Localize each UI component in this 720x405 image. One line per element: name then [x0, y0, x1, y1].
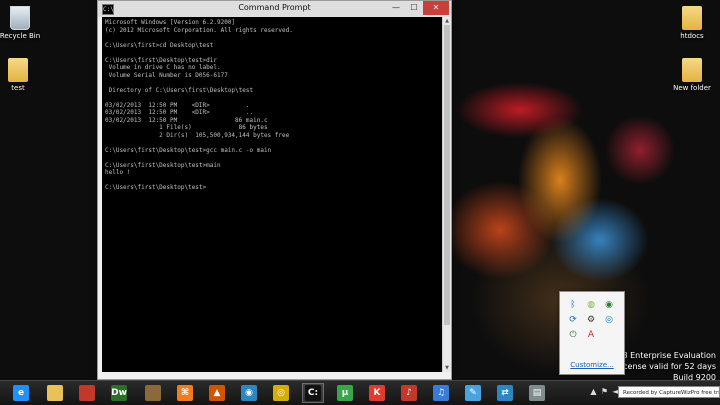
internet-explorer-icon: e: [13, 385, 29, 401]
scroll-up-arrow-icon[interactable]: ▲: [443, 17, 451, 25]
matlab-icon: ▲: [209, 385, 225, 401]
taskbar-button[interactable]: ▤: [526, 383, 548, 403]
watermark-edition: ws 8 Enterprise Evaluation: [609, 351, 716, 360]
bluetooth-icon[interactable]: ᛒ: [567, 299, 579, 311]
taskbar-button[interactable]: C:: [302, 383, 324, 403]
command-prompt-window[interactable]: C:\ Command Prompt — ☐ ✕ Microsoft Windo…: [97, 0, 452, 380]
taskbar-button[interactable]: µ: [334, 383, 356, 403]
maximize-button[interactable]: ☐: [405, 1, 423, 15]
taskbar-button[interactable]: ♫: [430, 383, 452, 403]
minimize-button[interactable]: —: [387, 1, 405, 15]
desktop-icon-label: htdocs: [680, 32, 704, 40]
window-titlebar[interactable]: C:\ Command Prompt — ☐ ✕: [98, 1, 451, 17]
desktop-icon-new-folder[interactable]: New folder: [664, 58, 720, 92]
console-line: C:\Users\first\Desktop\test>main: [105, 161, 221, 169]
console-text: Microsoft Windows [Version 6.2.9200] (c)…: [102, 17, 442, 194]
show-hidden-icons-button[interactable]: ▲: [588, 386, 599, 398]
desktop-icon-htdocs[interactable]: htdocs: [664, 6, 720, 40]
globe-app-icon: ◉: [241, 385, 257, 401]
watermark-license: s License valid for 52 days: [609, 362, 716, 371]
sync-icon[interactable]: ⟳: [567, 314, 579, 326]
flag-icon[interactable]: ⚑: [599, 386, 610, 398]
taskbar-button[interactable]: ✎: [462, 383, 484, 403]
console-line: 03/02/2013 12:50 PM <DIR> ..: [105, 109, 254, 116]
recycle-bin-icon: [10, 6, 30, 30]
console-line: Microsoft Windows [Version 6.2.9200]: [105, 19, 236, 26]
console-line: C:\Users\first\Desktop\test>: [105, 184, 207, 191]
adobe-icon[interactable]: A: [585, 329, 597, 341]
taskbar-button[interactable]: ◉: [238, 383, 260, 403]
console-output[interactable]: Microsoft Windows [Version 6.2.9200] (c)…: [102, 17, 442, 372]
console-line: C:\Users\first\Desktop\test>dir: [105, 56, 217, 64]
taskbar-button[interactable]: [142, 383, 164, 403]
taskbar: e Dw ⌘ ▲ ◉ ◎ C: µ K ♪ ♫ ✎ ⇄ ▤ ▲ ⚑ ◄: [0, 380, 720, 405]
console-line: Volume in drive C has no label.: [108, 64, 221, 71]
console-line: (c) 2012 Microsoft Corporation. All righ…: [105, 26, 293, 34]
console-line: 03/02/2013 12:50 PM <DIR> .: [105, 101, 250, 109]
console-line: C:\Users\first\Desktop\test>gcc main.c -…: [105, 146, 272, 154]
close-button[interactable]: ✕: [423, 1, 449, 15]
itunes-icon: ♫: [433, 385, 449, 401]
windows-evaluation-watermark: ws 8 Enterprise Evaluation s License val…: [609, 350, 716, 380]
desktop-icon-test-folder[interactable]: test: [0, 58, 46, 92]
customize-link[interactable]: Customize...: [560, 361, 624, 369]
folder-icon: [8, 58, 28, 82]
taskbar-button[interactable]: ⌘: [174, 383, 196, 403]
kingsoft-icon: K: [369, 385, 385, 401]
console-line: Volume Serial Number is D056-6177: [108, 71, 228, 79]
taskbar-button[interactable]: ⇄: [494, 383, 516, 403]
folder-icon: [682, 58, 702, 82]
dreamweaver-icon: Dw: [111, 385, 127, 401]
desktop-icon-label: New folder: [673, 84, 711, 92]
chrome-icon: ◎: [273, 385, 289, 401]
notification-area-overflow: ᛒ ◍ ◉ ⟳ ⚙ ◎ ⏻ A Customize...: [559, 291, 625, 375]
console-line: 1 File(s) 86 bytes: [159, 124, 268, 131]
taskbar-button[interactable]: [76, 383, 98, 403]
console-line: hello !: [105, 169, 131, 176]
taskbar-button[interactable]: e: [10, 383, 32, 403]
console-line: C:\Users\first>cd Desktop\test: [105, 41, 214, 49]
console-line: 03/02/2013 12:50 PM 86 main.c: [105, 116, 268, 124]
taskbar-button[interactable]: Dw: [108, 383, 130, 403]
taskbar-button[interactable]: ▲: [206, 383, 228, 403]
hidden-tray-icons: ᛒ ◍ ◉ ⟳ ⚙ ◎ ⏻ A: [567, 299, 619, 341]
folder-icon: [682, 6, 702, 30]
nvidia-icon[interactable]: ◉: [603, 299, 615, 311]
printer-icon: ▤: [529, 385, 545, 401]
media-icon: ♪: [401, 385, 417, 401]
desktop-icon-label: Recycle Bin: [0, 32, 41, 40]
desktop-icon-label: test: [11, 84, 25, 92]
file-explorer-icon: [47, 385, 63, 401]
system-tray: ▲ ⚑ ◄: [588, 386, 621, 398]
vertical-scrollbar[interactable]: ▲ ▼: [442, 17, 451, 372]
scrollbar-thumb[interactable]: [444, 25, 450, 325]
scroll-down-arrow-icon[interactable]: ▼: [443, 364, 451, 372]
utorrent-icon: µ: [337, 385, 353, 401]
gear-icon[interactable]: ⚙: [585, 314, 597, 326]
terminal-app-icon: [145, 385, 161, 401]
globe-icon[interactable]: ◎: [603, 314, 615, 326]
console-line: Directory of C:\Users\first\Desktop\test: [108, 86, 254, 94]
console-line: 2 Dir(s) 105,500,934,144 bytes free: [159, 131, 290, 139]
xampp-icon: ⌘: [177, 385, 193, 401]
taskbar-button[interactable]: ◎: [270, 383, 292, 403]
notepad-icon: ✎: [465, 385, 481, 401]
recorded-by-banner: Recorded by CaptureWizPro free trial: [618, 386, 720, 398]
command-prompt-icon: C:: [305, 385, 321, 401]
power-icon[interactable]: ⏻: [567, 329, 579, 341]
desktop-icon-recycle-bin[interactable]: Recycle Bin: [0, 6, 48, 40]
network-globe-icon[interactable]: ◍: [585, 299, 597, 311]
window-controls: — ☐ ✕: [387, 1, 449, 15]
taskbar-button[interactable]: K: [366, 383, 388, 403]
watermark-build: Build 9200: [673, 373, 716, 380]
network-app-icon: ⇄: [497, 385, 513, 401]
taskbar-button[interactable]: ♪: [398, 383, 420, 403]
windows-store-icon: [79, 385, 95, 401]
taskbar-button[interactable]: [44, 383, 66, 403]
